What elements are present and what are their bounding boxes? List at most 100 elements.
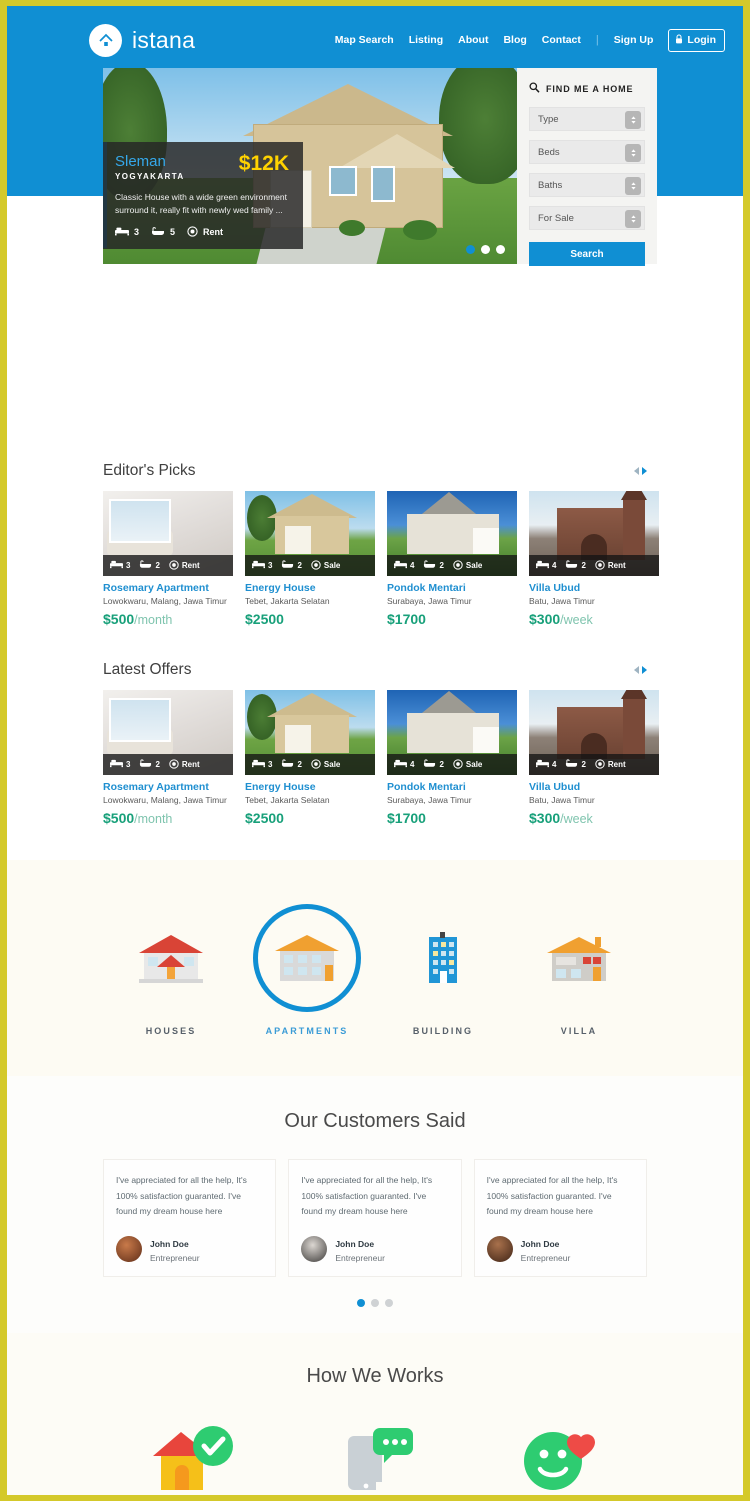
nav-about[interactable]: About xyxy=(458,34,488,46)
how-step-got-the-deal: Got the deal Make the best deal you won'… xyxy=(466,1414,647,1495)
search-panel: FIND ME A HOME Type Beds Baths For Sale … xyxy=(517,68,657,266)
nav-blog[interactable]: Blog xyxy=(503,34,526,46)
property-card[interactable]: 3 2 Sale Energy House Tebet, Jakarta Selatan… xyxy=(245,491,375,627)
testimonial-text: I've appreciated for all the help, It's … xyxy=(486,1175,618,1217)
signup-link[interactable]: Sign Up xyxy=(614,34,654,46)
beds-select[interactable]: Beds xyxy=(529,140,645,164)
type-select-value: Type xyxy=(538,113,559,125)
brand-logo[interactable]: istana xyxy=(89,23,195,57)
type-select[interactable]: Type xyxy=(529,107,645,131)
property-card[interactable]: 4 2 Sale Pondok Mentari Surabaya, Jawa Timur… xyxy=(387,491,517,627)
hero-carousel-dots xyxy=(466,245,505,254)
category-apartments[interactable]: APARTMENTS xyxy=(239,904,375,1036)
property-baths: 2 xyxy=(139,759,160,770)
target-icon xyxy=(453,559,463,572)
property-photo[interactable]: 3 2 Rent xyxy=(103,690,233,775)
property-beds: 3 xyxy=(252,759,272,770)
nav-map-search[interactable]: Map Search xyxy=(335,34,394,46)
property-photo[interactable]: 4 2 Rent xyxy=(529,690,659,775)
category-houses[interactable]: HOUSES xyxy=(103,904,239,1036)
property-meta-bar: 4 2 Sale xyxy=(387,555,517,576)
login-button[interactable]: Login xyxy=(668,28,725,52)
property-beds: 4 xyxy=(394,759,414,770)
hero-window-1 xyxy=(329,166,357,196)
hero-section: Sleman YOGYAKARTA $12K Classic House wit… xyxy=(103,68,657,266)
property-photo[interactable]: 3 2 Rent xyxy=(103,491,233,576)
hero-shrub-1 xyxy=(339,220,365,236)
property-meta-bar: 3 2 Rent xyxy=(103,555,233,576)
bathtub-icon xyxy=(281,759,294,770)
latest-offers-header: Latest Offers xyxy=(103,661,647,679)
hero-beds: 3 xyxy=(115,227,139,238)
nav-links: Map Search Listing About Blog Contact | … xyxy=(335,28,725,52)
login-label: Login xyxy=(687,34,716,46)
property-title[interactable]: Energy House xyxy=(245,582,375,594)
nav-separator: | xyxy=(595,34,599,46)
search-button[interactable]: Search xyxy=(529,242,645,266)
hero-dot-1[interactable] xyxy=(466,245,475,254)
nav-listing[interactable]: Listing xyxy=(409,34,443,46)
property-card[interactable]: 3 2 Rent Rosemary Apartment Lowokwaru, Malan… xyxy=(103,491,233,627)
prev-arrow-icon[interactable] xyxy=(634,666,639,674)
testimonial-dot-2[interactable] xyxy=(371,1299,379,1308)
property-card[interactable]: 4 2 Sale Pondok Mentari Surabaya, Jawa Timur… xyxy=(387,690,517,826)
property-photo[interactable]: 3 2 Sale xyxy=(245,690,375,775)
house-red-icon xyxy=(117,904,225,1012)
category-villa[interactable]: VILLA xyxy=(511,904,647,1036)
smiley-heart-icon xyxy=(513,1414,599,1495)
property-card[interactable]: 3 2 Rent Rosemary Apartment Lowokwaru, Malan… xyxy=(103,690,233,826)
testimonial-dots xyxy=(103,1299,647,1308)
target-icon xyxy=(187,226,198,239)
target-icon xyxy=(169,559,179,572)
testimonial-dot-3[interactable] xyxy=(385,1299,393,1308)
property-photo[interactable]: 4 2 Sale xyxy=(387,690,517,775)
target-icon xyxy=(169,758,179,771)
property-title[interactable]: Energy House xyxy=(245,781,375,793)
latest-offers-section: Latest Offers 3 2 Rent Rosemary Apartment Lo… xyxy=(7,661,743,826)
property-baths: 2 xyxy=(281,759,302,770)
property-photo[interactable]: 4 2 Sale xyxy=(387,491,517,576)
category-building[interactable]: BUILDING xyxy=(375,904,511,1036)
property-baths: 2 xyxy=(423,560,444,571)
property-meta-bar: 4 2 Rent xyxy=(529,754,659,775)
hero-carousel[interactable]: Sleman YOGYAKARTA $12K Classic House wit… xyxy=(103,68,517,264)
property-card[interactable]: 3 2 Sale Energy House Tebet, Jakarta Selatan… xyxy=(245,690,375,826)
hero-description: Classic House with a wide green environm… xyxy=(115,191,287,215)
nav-contact[interactable]: Contact xyxy=(542,34,581,46)
property-card[interactable]: 4 2 Rent Villa Ubud Batu, Jawa Timur $300/wee… xyxy=(529,491,659,627)
editors-picks-cards: 3 2 Rent Rosemary Apartment Lowokwaru, Malan… xyxy=(103,491,659,627)
prev-arrow-icon[interactable] xyxy=(634,467,639,475)
bed-icon xyxy=(536,759,549,770)
property-title[interactable]: Pondok Mentari xyxy=(387,582,517,594)
bathtub-icon xyxy=(151,227,165,238)
hero-dot-3[interactable] xyxy=(496,245,505,254)
property-title[interactable]: Villa Ubud xyxy=(529,582,659,594)
for-sale-select-value: For Sale xyxy=(538,212,574,224)
property-card[interactable]: 4 2 Rent Villa Ubud Batu, Jawa Timur $300/wee… xyxy=(529,690,659,826)
building-blue-icon xyxy=(389,904,497,1012)
property-beds: 3 xyxy=(110,759,130,770)
property-price: $2500 xyxy=(245,611,284,627)
baths-select[interactable]: Baths xyxy=(529,173,645,197)
property-title[interactable]: Pondok Mentari xyxy=(387,781,517,793)
property-title[interactable]: Rosemary Apartment xyxy=(103,582,233,594)
property-photo[interactable]: 3 2 Sale xyxy=(245,491,375,576)
category-houses-label: HOUSES xyxy=(145,1026,197,1036)
property-status: Rent xyxy=(169,559,200,572)
testimonial-card: I've appreciated for all the help, It's … xyxy=(103,1159,277,1278)
testimonial-dot-1[interactable] xyxy=(357,1299,365,1308)
property-meta-bar: 4 2 Rent xyxy=(529,555,659,576)
testimonial-card: I've appreciated for all the help, It's … xyxy=(288,1159,462,1278)
property-price: $2500 xyxy=(245,810,284,826)
property-title[interactable]: Rosemary Apartment xyxy=(103,781,233,793)
next-arrow-icon[interactable] xyxy=(642,467,647,475)
hero-window-2 xyxy=(371,166,395,202)
hero-shrub-2 xyxy=(403,220,437,240)
property-location: Tebet, Jakarta Selatan xyxy=(245,795,330,805)
for-sale-select[interactable]: For Sale xyxy=(529,206,645,230)
property-title[interactable]: Villa Ubud xyxy=(529,781,659,793)
chevron-updown-icon xyxy=(625,177,641,195)
property-photo[interactable]: 4 2 Rent xyxy=(529,491,659,576)
hero-dot-2[interactable] xyxy=(481,245,490,254)
next-arrow-icon[interactable] xyxy=(642,666,647,674)
